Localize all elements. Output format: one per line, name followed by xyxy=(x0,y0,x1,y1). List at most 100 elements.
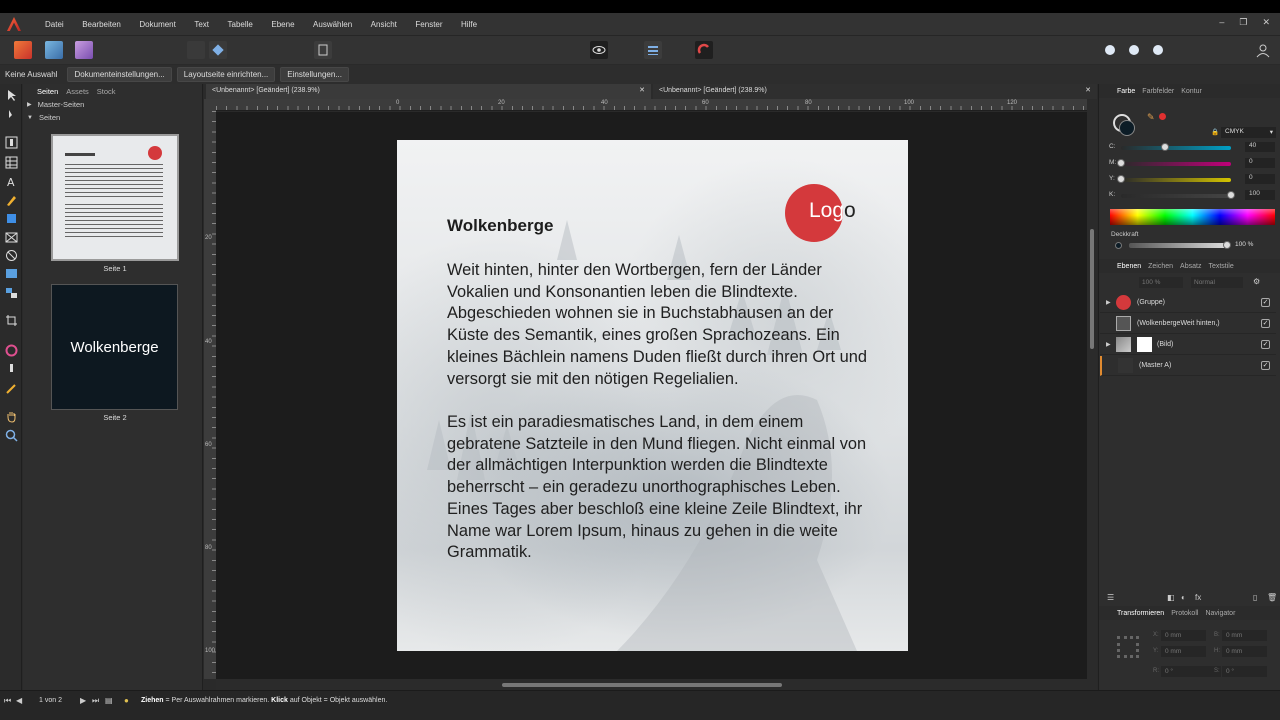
add-layer-icon[interactable]: ▯ xyxy=(1253,593,1257,602)
record-color-icon[interactable] xyxy=(1159,113,1166,120)
tab-stock[interactable]: Stock xyxy=(97,87,116,96)
h-field[interactable]: 0 mm xyxy=(1222,646,1267,657)
pen-tool-icon[interactable] xyxy=(5,194,18,207)
mask-icon[interactable]: ◧ xyxy=(1167,593,1175,602)
menu-auswaehlen[interactable]: Auswählen xyxy=(313,20,352,29)
fill-swatch[interactable] xyxy=(1119,120,1135,136)
color-spectrum[interactable] xyxy=(1110,209,1275,225)
pages-icon[interactable]: ▤ xyxy=(105,696,113,705)
previous-page-icon[interactable]: ◀ xyxy=(16,696,22,705)
ellipse-frame-tool-icon[interactable] xyxy=(5,249,18,262)
adjustment-icon[interactable]: ◐ xyxy=(1181,593,1186,602)
tab-protokoll[interactable]: Protokoll xyxy=(1171,610,1198,617)
rectangle-tool-icon[interactable] xyxy=(5,212,18,225)
anchor-point-icon[interactable] xyxy=(1117,636,1139,658)
crop-tool-icon[interactable] xyxy=(5,314,18,327)
hand-tool-icon[interactable] xyxy=(5,410,18,423)
tab-farbfelder[interactable]: Farbfelder xyxy=(1142,88,1174,95)
tab-ebenen[interactable]: Ebenen xyxy=(1117,263,1141,270)
opacity-slider-track[interactable] xyxy=(1129,243,1227,248)
horizontal-scroll-thumb[interactable] xyxy=(502,683,782,687)
visibility-checkbox[interactable]: ✓ xyxy=(1261,319,1270,328)
menu-text[interactable]: Text xyxy=(194,20,209,29)
cyan-value[interactable]: 40 xyxy=(1245,142,1275,152)
move-tool-icon[interactable] xyxy=(5,89,18,102)
insert-shape-icon[interactable] xyxy=(1149,41,1167,59)
tab-assets[interactable]: Assets xyxy=(66,87,89,96)
page-navigation[interactable]: 1 von 2 xyxy=(39,697,62,704)
user-icon[interactable] xyxy=(1254,41,1272,59)
tab-absatz[interactable]: Absatz xyxy=(1180,263,1201,270)
page-2-thumbnail[interactable]: Wolkenberge xyxy=(51,284,178,410)
snapping-icon[interactable] xyxy=(695,41,713,59)
close-icon[interactable]: ✕ xyxy=(1262,17,1270,28)
cyan-slider-track[interactable] xyxy=(1121,146,1231,150)
artistic-text-tool-icon[interactable]: A xyxy=(5,175,18,188)
fx-icon[interactable]: fx xyxy=(1195,593,1201,602)
close-icon[interactable]: ✕ xyxy=(1085,86,1091,94)
menu-tabelle[interactable]: Tabelle xyxy=(228,20,253,29)
layers-stack-icon[interactable]: ☰ xyxy=(1107,593,1114,602)
node-tool-icon[interactable] xyxy=(5,108,18,121)
share-icon[interactable] xyxy=(187,41,205,59)
gear-icon[interactable]: ⚙ xyxy=(1253,277,1260,286)
color-model-select[interactable]: CMYK ▾ xyxy=(1221,127,1276,138)
lock-icon[interactable]: 🔒 xyxy=(1211,128,1219,136)
zoom-tool-icon[interactable] xyxy=(5,429,18,442)
body-paragraph-2[interactable]: Es ist ein paradiesmatisches Land, in de… xyxy=(447,412,867,564)
visibility-checkbox[interactable]: ✓ xyxy=(1261,361,1270,370)
last-page-icon[interactable]: ⏭ xyxy=(92,696,99,706)
first-page-icon[interactable]: ⏮ xyxy=(4,696,11,706)
insert-image-icon[interactable] xyxy=(1125,41,1143,59)
layer-row-image[interactable]: ▶ (Bild) ✓ xyxy=(1100,335,1276,355)
picture-frame-tool-icon[interactable] xyxy=(5,231,18,244)
cyan-slider-knob[interactable] xyxy=(1161,143,1169,151)
visibility-checkbox[interactable]: ✓ xyxy=(1261,340,1270,349)
master-pages-row[interactable]: ▶ Master-Seiten xyxy=(23,98,202,111)
magenta-slider-track[interactable] xyxy=(1121,162,1231,166)
layer-opacity-field[interactable]: 100 % xyxy=(1139,277,1183,288)
shear-field[interactable]: 0 ° xyxy=(1222,666,1267,677)
chevron-right-icon[interactable]: ▶ xyxy=(1106,341,1111,348)
tab-seiten[interactable]: Seiten xyxy=(37,87,58,96)
tab-transformieren[interactable]: Transformieren xyxy=(1117,610,1164,617)
next-page-icon[interactable]: ▶ xyxy=(80,696,86,705)
trash-icon[interactable]: 🗑 xyxy=(1267,593,1277,602)
vertical-scrollbar[interactable] xyxy=(1087,99,1097,690)
text-frame-icon[interactable] xyxy=(314,41,332,59)
tab-zeichen[interactable]: Zeichen xyxy=(1148,263,1173,270)
page-1-thumbnail[interactable] xyxy=(51,134,179,261)
minimize-icon[interactable]: – xyxy=(1219,17,1224,28)
publisher-persona-icon[interactable] xyxy=(14,41,32,59)
black-slider-track[interactable] xyxy=(1121,194,1231,198)
chevron-right-icon[interactable]: ▶ xyxy=(1106,299,1111,306)
yellow-slider-track[interactable] xyxy=(1121,178,1231,182)
visibility-checkbox[interactable]: ✓ xyxy=(1261,298,1270,307)
magenta-slider-knob[interactable] xyxy=(1117,159,1125,167)
photo-persona-icon[interactable] xyxy=(45,41,63,59)
yellow-slider-knob[interactable] xyxy=(1117,175,1125,183)
yellow-value[interactable]: 0 xyxy=(1245,174,1275,184)
close-icon[interactable]: ✕ xyxy=(639,86,645,94)
body-paragraph-1[interactable]: Weit hinten, hinter den Wortbergen, fern… xyxy=(447,260,867,390)
place-image-tool-icon[interactable] xyxy=(5,267,18,280)
settings-button[interactable]: Einstellungen... xyxy=(280,67,349,82)
x-field[interactable]: 0 mm xyxy=(1161,630,1206,641)
menu-dokument[interactable]: Dokument xyxy=(139,20,175,29)
layer-row-text[interactable]: (WolkenbergeWeit hinten,) ✓ xyxy=(1100,314,1276,334)
restore-icon[interactable]: ❐ xyxy=(1239,17,1247,28)
text-frame-tool-icon[interactable] xyxy=(5,136,18,149)
page-title[interactable]: Wolkenberge xyxy=(447,216,553,236)
y-field[interactable]: 0 mm xyxy=(1161,646,1206,657)
tab-textstile[interactable]: Textstile xyxy=(1208,263,1233,270)
align-icon[interactable] xyxy=(644,41,662,59)
opacity-value[interactable]: 100 % xyxy=(1235,241,1253,248)
black-value[interactable]: 100 xyxy=(1245,190,1275,200)
document-page[interactable]: Logo Wolkenberge Weit hinten, hinter den… xyxy=(397,140,908,651)
magenta-value[interactable]: 0 xyxy=(1245,158,1275,168)
layer-row-group[interactable]: ▶ (Gruppe) ✓ xyxy=(1100,293,1276,313)
layout-page-setup-button[interactable]: Layoutseite einrichten... xyxy=(176,67,276,82)
eyedropper-icon[interactable]: ✎ xyxy=(1147,112,1155,123)
studio-link-icon[interactable] xyxy=(209,41,227,59)
document-setup-button[interactable]: Dokumenteinstellungen... xyxy=(67,67,172,82)
